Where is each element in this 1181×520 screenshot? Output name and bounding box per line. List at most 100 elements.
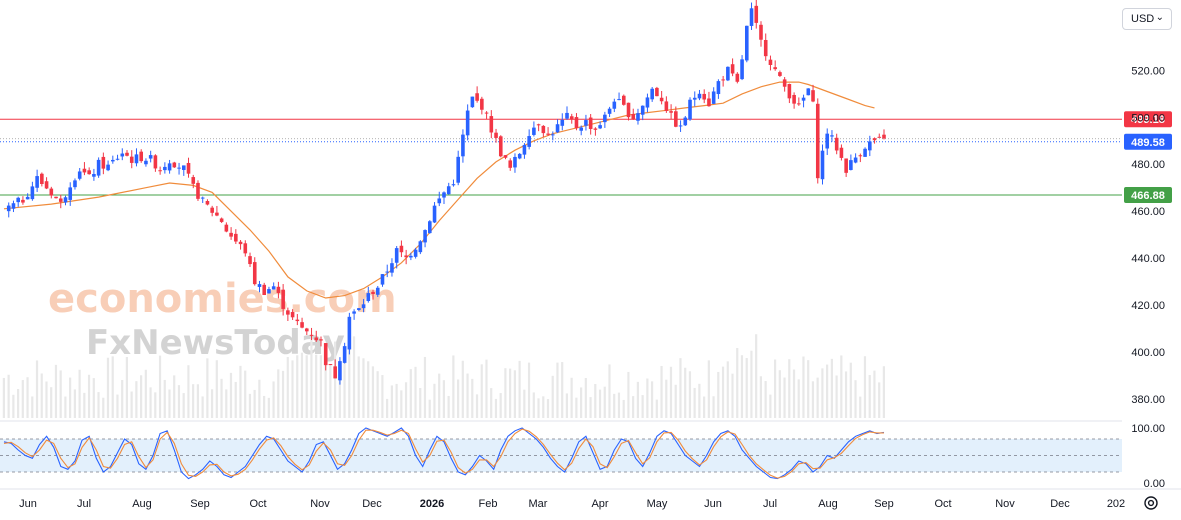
volume-bar: [106, 357, 110, 418]
candle-body: [281, 289, 285, 309]
time-tick-label: Feb: [479, 498, 498, 510]
candle-body: [68, 187, 73, 200]
candle-body: [432, 205, 437, 223]
volume-bar: [310, 337, 313, 418]
candle-body: [451, 184, 456, 186]
candle-body: [153, 155, 158, 169]
candle-body: [811, 90, 815, 102]
volume-bar: [192, 384, 195, 418]
price-tick-label: 500.00: [1131, 112, 1165, 124]
volume-bar: [882, 366, 885, 418]
candle-body: [25, 196, 30, 200]
candle-body: [498, 136, 503, 157]
stochastic-pane: [0, 420, 1122, 480]
candle-body: [205, 200, 210, 205]
volume-bar: [589, 397, 592, 418]
candle-body: [692, 97, 697, 100]
volume-bar: [617, 392, 621, 418]
candle-body: [726, 66, 730, 81]
candle-body: [243, 243, 248, 254]
volume-bar: [40, 373, 43, 418]
candle-body: [730, 64, 735, 74]
volume-bar: [210, 389, 214, 418]
volume-bar: [660, 365, 663, 418]
volume-bar: [357, 356, 360, 418]
time-tick-label: Aug: [132, 498, 152, 510]
candle-body: [655, 87, 659, 97]
volume-bar: [428, 399, 431, 418]
candle-body: [494, 132, 498, 138]
candle-body: [167, 163, 172, 171]
volume-bar: [244, 370, 247, 418]
candle-body: [839, 147, 844, 158]
volume-bar: [731, 373, 734, 418]
volume-bar: [438, 373, 441, 418]
candle-body: [35, 176, 39, 188]
currency-selector[interactable]: USD ⌄: [1122, 8, 1172, 30]
candle-body: [163, 166, 167, 171]
volume-bar: [674, 384, 677, 418]
volume-bar: [608, 364, 611, 418]
volume-bar: [755, 334, 758, 418]
chart-canvas[interactable]: economies.com FxNewsToday 499.18489.5846…: [0, 0, 1181, 520]
candle-body: [347, 316, 352, 350]
candle-body: [328, 364, 333, 366]
candle-body: [707, 98, 711, 107]
candle-body: [560, 119, 565, 126]
candle-body: [385, 271, 390, 273]
candle-body: [219, 218, 224, 222]
volume-bar: [315, 354, 318, 418]
volume-bar: [811, 381, 815, 418]
volume-bar: [414, 366, 417, 418]
candle-body: [546, 133, 550, 135]
volume-bar: [69, 377, 72, 418]
moving-average: [3, 81, 875, 299]
candle-body: [721, 79, 725, 81]
price-tick-label: 520.00: [1131, 65, 1165, 77]
volume-bar: [499, 393, 502, 418]
time-tick-label: Oct: [934, 498, 951, 510]
volume-bar: [665, 379, 668, 418]
candle-body: [797, 103, 801, 105]
volume-bar: [778, 370, 781, 418]
time-tick-label: Nov: [310, 498, 330, 510]
candle-body: [882, 134, 886, 139]
volume-bar: [868, 375, 871, 418]
candle-body: [58, 198, 63, 202]
volume-bar: [504, 368, 507, 418]
candle-body: [30, 186, 35, 200]
candle-body: [11, 203, 16, 209]
volume-bar: [272, 381, 275, 418]
candle-body: [290, 312, 295, 318]
candle-body: [158, 170, 162, 172]
candle-body: [522, 144, 527, 155]
gear-icon[interactable]: [1142, 494, 1160, 512]
candle-body: [626, 102, 631, 118]
volume-bar: [267, 397, 270, 418]
candle-body: [371, 291, 375, 294]
volume-bar: [523, 389, 526, 418]
volume-bar: [409, 369, 412, 418]
volume-bar: [575, 397, 578, 418]
volume-bar: [206, 358, 209, 418]
candle-body: [740, 59, 744, 80]
volume-bar: [840, 355, 843, 418]
candle-body: [513, 156, 517, 168]
candle-body: [304, 328, 309, 332]
price-tick-label: 480.00: [1131, 159, 1165, 171]
volume-bar: [442, 380, 445, 418]
candle-body: [229, 232, 233, 237]
price-tick-label: 420.00: [1131, 300, 1165, 312]
time-tick-label: Jul: [763, 498, 777, 510]
volume-bar: [31, 396, 34, 418]
volume-bar: [712, 396, 715, 418]
volume-bar: [580, 387, 583, 418]
time-tick-label: Dec: [1050, 498, 1070, 510]
candle-body: [844, 158, 848, 173]
volume-bar: [826, 364, 829, 418]
volume-bar: [305, 355, 308, 418]
candle-body: [338, 361, 342, 381]
candle-body: [754, 5, 759, 23]
volume-bar: [494, 398, 498, 418]
volume-bar: [177, 385, 181, 418]
